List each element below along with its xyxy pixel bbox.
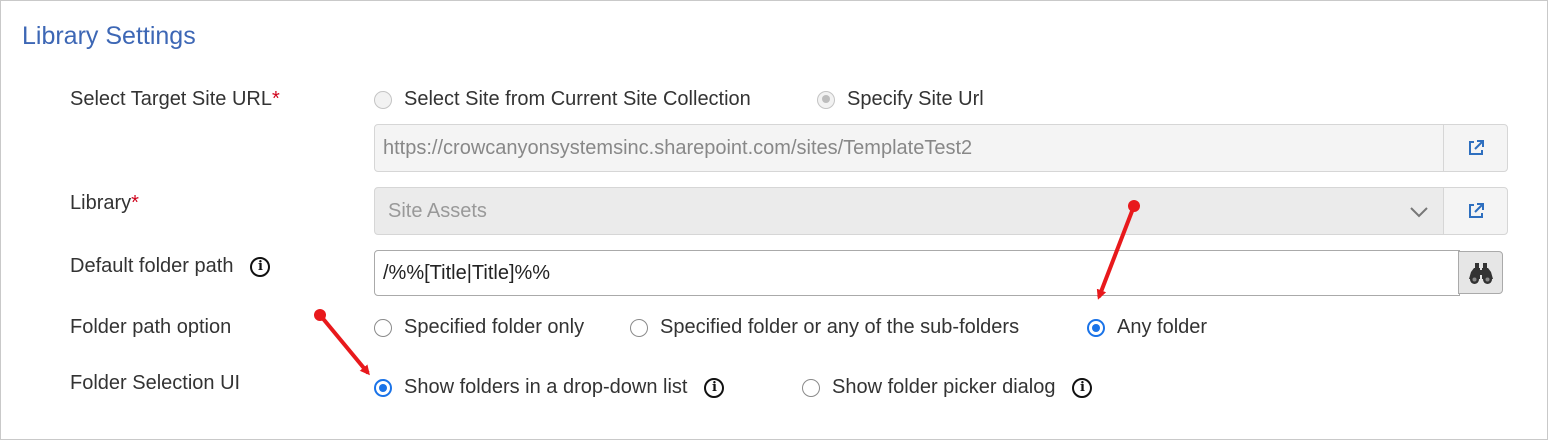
arrow-to-dropdown-option	[314, 309, 370, 376]
arrow-to-any-folder	[1096, 200, 1140, 300]
annotation-arrows	[314, 200, 1140, 376]
